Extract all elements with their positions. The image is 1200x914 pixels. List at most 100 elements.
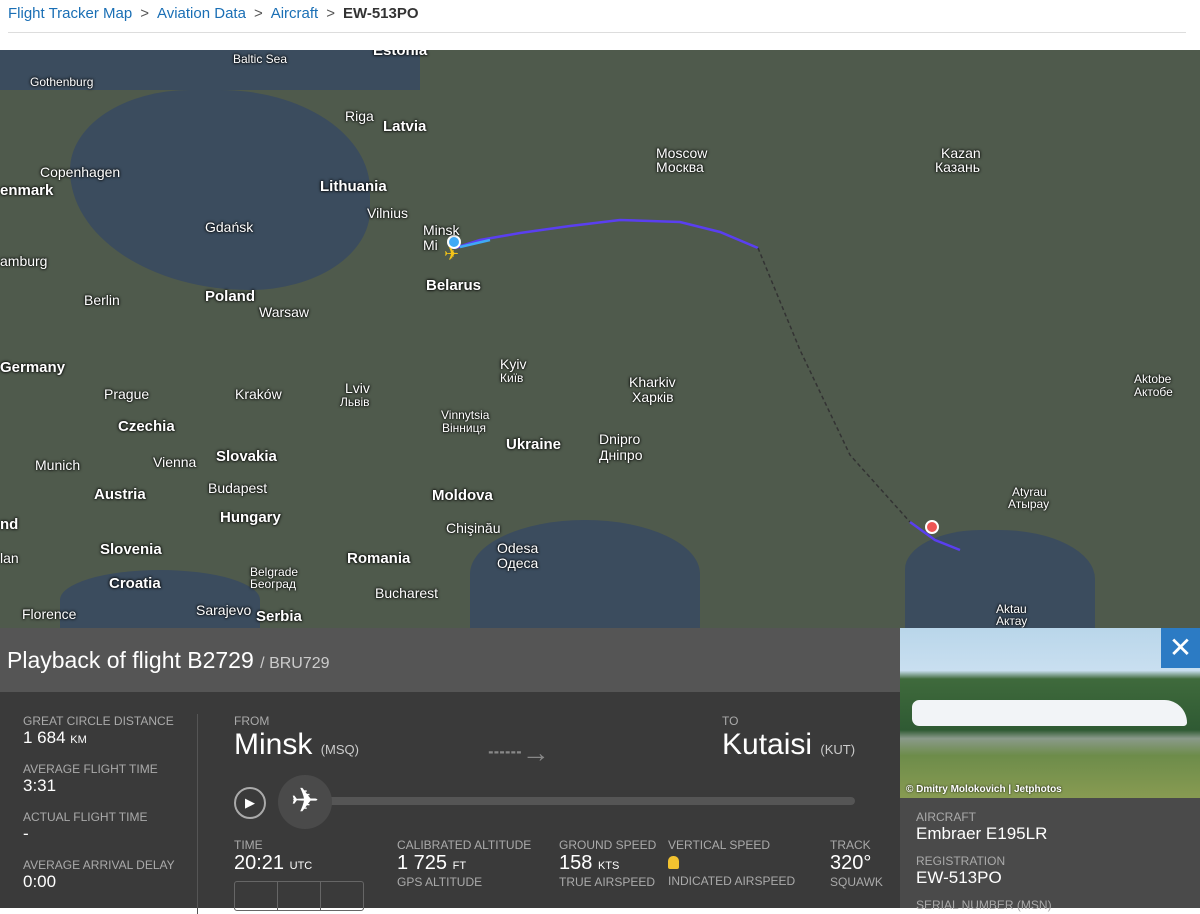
callsign: / BRU729 (260, 655, 330, 672)
map-label: Latvia (383, 118, 427, 135)
map-label: enmark (0, 182, 54, 199)
stat-label: Average arrival delay (23, 858, 175, 872)
map-label: Gdańsk (205, 219, 254, 235)
map-label: Austria (94, 486, 146, 503)
map-label: Київ (500, 371, 524, 385)
map-label: Estonia (373, 50, 428, 59)
flight-map[interactable]: ✈ Gothenburg Baltic Sea Riga Latvia Estonia C… (0, 50, 1200, 628)
stat-value: 1 684 KM (23, 728, 87, 747)
aircraft-photo[interactable]: ✕ © Dmitry Molokovich | Jetphotos (900, 628, 1200, 798)
map-label: Одеса (497, 555, 539, 571)
map-label: Sarajevo (196, 602, 252, 618)
map-label: Serbia (256, 608, 302, 625)
map-label: Prague (104, 386, 150, 402)
map-label: lan (0, 550, 19, 566)
breadcrumb: Flight Tracker Map > Aviation Data > Aircr… (8, 5, 419, 22)
divider (8, 32, 1186, 33)
map-label: Aktobe (1134, 372, 1172, 386)
map-label: Czechia (118, 418, 175, 435)
playback-header: Playback of flight B2729 / BRU729 (0, 628, 900, 692)
airplane-image (912, 700, 1187, 726)
map-label: Florence (22, 606, 77, 622)
map-label: Kyiv (500, 356, 527, 372)
crumb-current: EW-513PO (342, 5, 419, 22)
map-label: Вінниця (442, 421, 486, 435)
map-label: Croatia (109, 575, 161, 592)
map-label: Slovenia (100, 541, 162, 558)
origin-city: Minsk (234, 728, 313, 761)
crumb-aviation-data[interactable]: Aviation Data (157, 5, 246, 22)
map-label: Chişinău (446, 520, 501, 536)
map-label: Minsk (423, 222, 460, 238)
destination-city: Kutaisi (722, 728, 813, 761)
map-label: Germany (0, 359, 66, 376)
map-label: Харків (632, 389, 674, 405)
playback-slider[interactable] (300, 797, 855, 805)
map-label: Bucharest (375, 585, 439, 601)
map-label: Baltic Sea (233, 52, 288, 66)
flight-track: ✈ (444, 218, 961, 552)
stat-label: Great circle distance (23, 714, 174, 728)
collapse-icon[interactable] (235, 882, 278, 910)
chart-icon[interactable] (321, 882, 363, 910)
map-label: Москва (656, 159, 704, 175)
photo-credit[interactable]: © Dmitry Molokovich | Jetphotos (906, 784, 1062, 795)
map-label: Budapest (208, 480, 268, 496)
map-label: Ukraine (506, 436, 562, 453)
map-label: Актобе (1134, 385, 1173, 399)
flight-stats: Great circle distance 1 684 KM Average f… (23, 714, 198, 906)
aircraft-type: Embraer E195LR (916, 824, 1048, 843)
map-label: Vinnytsia (441, 408, 490, 422)
divider (197, 714, 198, 914)
close-button[interactable]: ✕ (1161, 628, 1200, 668)
plane-slider-handle-icon[interactable]: ✈ (278, 775, 332, 829)
playback-panel: Playback of flight B2729 / BRU729 Great … (0, 628, 900, 914)
map-label: Vilnius (367, 205, 408, 221)
route-arrow-icon: ┄┄→ (488, 737, 550, 768)
playback-title: Playback of flight B2729 (7, 647, 254, 673)
map-label: Berlin (84, 292, 120, 308)
map-label: Lithuania (320, 178, 387, 195)
map-tools (234, 881, 364, 911)
stat-value: 0:00 (23, 872, 57, 891)
map-label: Warsaw (259, 304, 310, 320)
lock-icon[interactable] (668, 856, 679, 869)
origin: FROM Minsk (MSQ) (234, 714, 359, 761)
crumb-flight-tracker-map[interactable]: Flight Tracker Map (8, 5, 132, 22)
map-label: Дніпро (599, 447, 643, 463)
map-label: Hungary (220, 509, 281, 526)
map-label: Kraków (235, 386, 282, 402)
map-label: Moldova (432, 487, 493, 504)
map-label: Београд (250, 577, 296, 591)
map-label: Dnipro (599, 431, 641, 447)
map-label: Slovakia (216, 448, 277, 465)
map-label: Riga (345, 108, 374, 124)
map-label: Vienna (153, 454, 197, 470)
map-label: nd (0, 516, 19, 533)
map-label: Lviv (345, 380, 370, 396)
map-label: Казань (935, 159, 981, 175)
map-label: Атырау (1008, 497, 1050, 511)
map-label: amburg (0, 253, 48, 269)
route-icon[interactable] (278, 882, 321, 910)
map-label: Актау (996, 614, 1028, 628)
play-button[interactable]: ▶ (234, 787, 266, 819)
map-label: Belarus (426, 277, 482, 294)
map-label: Romania (347, 550, 411, 567)
stat-label: Average flight time (23, 762, 158, 776)
map-label: Gothenburg (30, 75, 94, 89)
destination: TO Kutaisi (KUT) (722, 714, 856, 761)
aircraft-icon: ✈ (444, 244, 459, 264)
stat-value: 3:31 (23, 776, 57, 795)
map-label: Munich (35, 457, 81, 473)
crumb-aircraft[interactable]: Aircraft (271, 5, 319, 22)
map-label: Odesa (497, 540, 539, 556)
map-label: Kharkiv (629, 374, 676, 390)
stat-value: - (23, 824, 29, 843)
map-label: Mi (423, 237, 438, 253)
map-label: Poland (205, 288, 256, 305)
registration: EW-513PO (916, 868, 1002, 887)
destination-pin-icon (925, 520, 939, 534)
aircraft-info: AIRCRAFT Embraer E195LR REGISTRATION EW-… (900, 798, 1200, 912)
stat-label: Actual flight time (23, 810, 148, 824)
